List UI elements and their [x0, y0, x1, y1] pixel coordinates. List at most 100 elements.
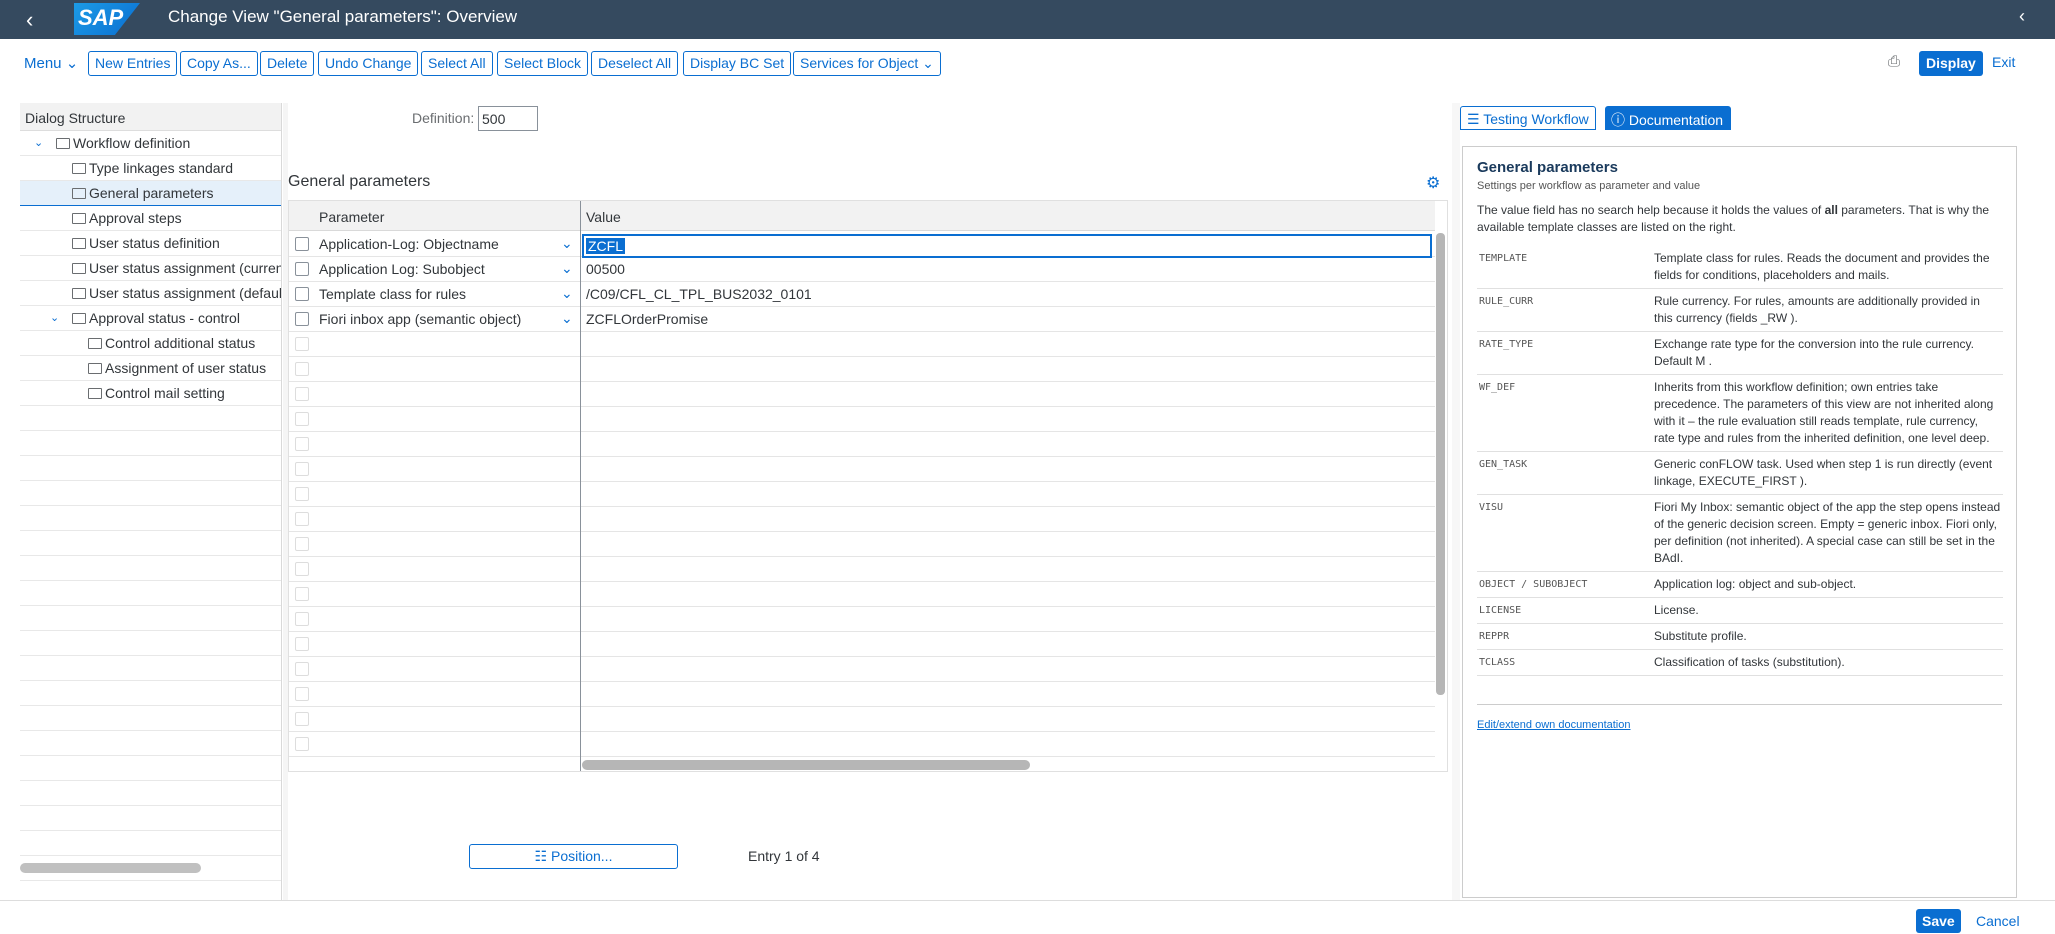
- column-header-parameter[interactable]: Parameter: [319, 209, 384, 225]
- value-cell[interactable]: ZCFLOrderPromise: [586, 311, 708, 327]
- horizontal-scrollbar[interactable]: [582, 760, 1030, 770]
- edit-documentation-link[interactable]: Edit/extend own documentation: [1477, 704, 2002, 731]
- table-row[interactable]: Application Log: Subobject ⌄ 00500: [289, 257, 1435, 282]
- deselect-all-button[interactable]: Deselect All: [591, 51, 679, 76]
- row-checkbox[interactable]: [295, 712, 309, 726]
- row-checkbox[interactable]: [295, 687, 309, 701]
- documentation-panel: General parameters Settings per workflow…: [1462, 146, 2017, 898]
- cancel-button[interactable]: Cancel: [1976, 913, 2020, 929]
- tree-item-user-status-definition[interactable]: User status definition: [20, 231, 281, 256]
- tree-item-approval-steps[interactable]: Approval steps: [20, 206, 281, 231]
- doc-row: TCLASS Classification of tasks (substitut…: [1477, 649, 2003, 676]
- shell-bar: ‹ SAP Change View "General parameters": …: [0, 0, 2055, 39]
- row-checkbox[interactable]: [295, 737, 309, 751]
- row-checkbox[interactable]: [295, 262, 309, 276]
- row-checkbox[interactable]: [295, 387, 309, 401]
- column-header-value[interactable]: Value: [586, 209, 621, 225]
- collapse-icon[interactable]: ‹: [2019, 6, 2025, 27]
- table-row[interactable]: Template class for rules ⌄ /C09/CFL_CL_TPL…: [289, 282, 1435, 307]
- tree-item-approval-status-control[interactable]: ⌄ Approval status - control: [20, 306, 281, 331]
- back-icon[interactable]: ‹: [26, 7, 33, 33]
- sap-logo: SAP: [74, 3, 140, 35]
- column-separator[interactable]: [580, 201, 581, 771]
- tree-item-user-status-assignment-current[interactable]: User status assignment (current: [20, 256, 281, 281]
- row-checkbox[interactable]: [295, 362, 309, 376]
- undo-change-button[interactable]: Undo Change: [318, 51, 419, 76]
- menu-button[interactable]: Menu ⌄: [24, 54, 78, 72]
- row-checkbox[interactable]: [295, 337, 309, 351]
- row-checkbox[interactable]: [295, 312, 309, 326]
- folder-icon: [72, 288, 86, 299]
- row-checkbox[interactable]: [295, 562, 309, 576]
- services-label: Services for Object: [800, 55, 919, 71]
- select-all-button[interactable]: Select All: [421, 51, 493, 76]
- chevron-down-icon[interactable]: ⌄: [561, 260, 573, 277]
- select-block-button[interactable]: Select Block: [497, 51, 589, 76]
- display-button[interactable]: Display: [1919, 51, 1983, 76]
- row-checkbox[interactable]: [295, 287, 309, 301]
- empty-row: [289, 432, 1435, 457]
- tree-item-type-linkages[interactable]: Type linkages standard: [20, 156, 281, 181]
- tree-item-general-parameters[interactable]: General parameters: [20, 181, 281, 206]
- tree-empty-row: [20, 456, 281, 481]
- chevron-down-icon[interactable]: ⌄: [561, 310, 573, 327]
- tree-item-assignment-user-status[interactable]: Assignment of user status: [20, 356, 281, 381]
- tab-testing-workflow[interactable]: ☰ Testing Workflow: [1460, 106, 1596, 130]
- row-checkbox[interactable]: [295, 237, 309, 251]
- doc-text: Application log: object and sub-object.: [1652, 571, 2003, 598]
- dialog-structure-tree: Dialog Structure ⌄ Workflow definition Ty…: [20, 103, 282, 901]
- chevron-down-icon[interactable]: ⌄: [50, 311, 59, 324]
- folder-icon: [72, 263, 86, 274]
- display-bc-set-button[interactable]: Display BC Set: [683, 51, 792, 76]
- row-checkbox[interactable]: [295, 437, 309, 451]
- position-icon: ☷: [534, 848, 548, 864]
- doc-text: Substitute profile.: [1652, 623, 2003, 650]
- row-checkbox[interactable]: [295, 412, 309, 426]
- chevron-down-icon[interactable]: ⌄: [561, 235, 573, 252]
- row-checkbox[interactable]: [295, 512, 309, 526]
- tree-item-workflow-definition[interactable]: ⌄ Workflow definition: [20, 131, 281, 156]
- row-checkbox[interactable]: [295, 487, 309, 501]
- save-button[interactable]: Save: [1916, 909, 1961, 933]
- tab-documentation[interactable]: ⓘ Documentation: [1605, 106, 1731, 130]
- empty-row: [289, 632, 1435, 657]
- table-row[interactable]: Fiori inbox app (semantic object) ⌄ ZCFLOr…: [289, 307, 1435, 332]
- position-button[interactable]: ☷ Position...: [469, 844, 678, 869]
- folder-icon: [72, 163, 86, 174]
- doc-row: RATE_TYPE Exchange rate type for the conv…: [1477, 331, 2003, 375]
- tree-label: User status assignment (current: [89, 260, 281, 276]
- value-cell[interactable]: 00500: [586, 261, 625, 277]
- tree-horizontal-scrollbar[interactable]: [20, 863, 201, 873]
- tree-label: Workflow definition: [73, 135, 191, 151]
- row-checkbox[interactable]: [295, 637, 309, 651]
- tree-item-user-status-assignment-default[interactable]: User status assignment (default: [20, 281, 281, 306]
- value-input-active[interactable]: ZCFL: [582, 234, 1432, 258]
- chevron-down-icon[interactable]: ⌄: [34, 136, 43, 149]
- row-checkbox[interactable]: [295, 587, 309, 601]
- doc-key: TCLASS: [1477, 649, 1652, 676]
- new-entries-button[interactable]: New Entries: [88, 51, 178, 76]
- row-checkbox[interactable]: [295, 462, 309, 476]
- print-icon[interactable]: ⎙: [1888, 53, 1900, 70]
- splitter-right[interactable]: [1452, 103, 1460, 901]
- services-for-object-button[interactable]: Services for Object ⌄: [793, 51, 941, 76]
- chevron-down-icon[interactable]: ⌄: [561, 285, 573, 302]
- copy-as-button[interactable]: Copy As...: [180, 51, 258, 76]
- tree-item-control-mail-setting[interactable]: Control mail setting: [20, 381, 281, 406]
- info-icon: ⓘ: [1611, 112, 1625, 128]
- gear-icon[interactable]: ⚙: [1426, 173, 1440, 193]
- row-checkbox[interactable]: [295, 612, 309, 626]
- param-cell: Application Log: Subobject: [319, 261, 485, 277]
- workflow-icon: ☰: [1467, 111, 1480, 127]
- row-checkbox[interactable]: [295, 537, 309, 551]
- definition-field[interactable]: 500: [478, 106, 538, 131]
- tree-item-control-additional-status[interactable]: Control additional status: [20, 331, 281, 356]
- vertical-scrollbar[interactable]: [1436, 233, 1445, 695]
- empty-row: [289, 707, 1435, 732]
- row-checkbox[interactable]: [295, 662, 309, 676]
- param-cell: Fiori inbox app (semantic object): [319, 311, 522, 327]
- delete-button[interactable]: Delete: [260, 51, 315, 76]
- param-cell: Application-Log: Objectname: [319, 236, 499, 252]
- exit-button[interactable]: Exit: [1992, 54, 2015, 70]
- value-cell[interactable]: /C09/CFL_CL_TPL_BUS2032_0101: [586, 286, 812, 302]
